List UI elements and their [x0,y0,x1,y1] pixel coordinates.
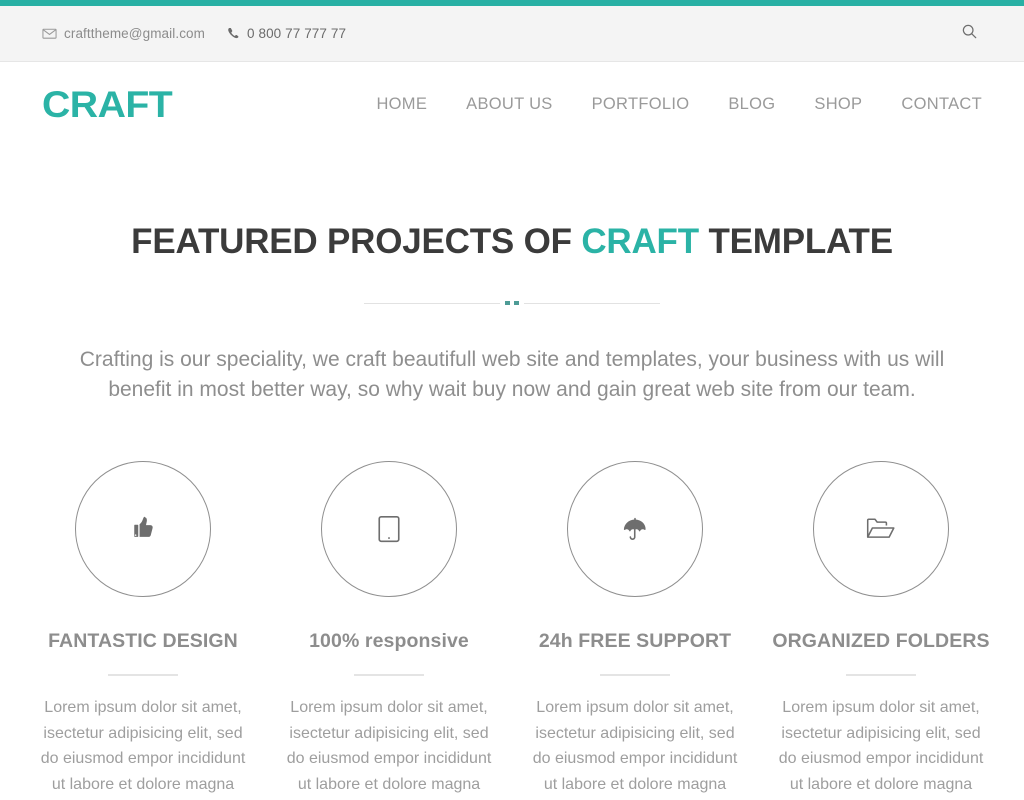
thumbs-up-icon [128,514,158,544]
contact-email[interactable]: crafttheme@gmail.com [42,26,205,41]
nav-item-blog[interactable]: BLOG [728,95,775,114]
contact-phone[interactable]: 0 800 77 777 77 [227,26,346,41]
feature-rule [600,674,670,677]
site-header: CRAFT HOME ABOUT US PORTFOLIO BLOG SHOP … [0,62,1024,146]
envelope-icon [42,26,57,41]
section-divider [364,297,660,309]
umbrella-icon [620,514,650,544]
nav-item-portfolio[interactable]: PORTFOLIO [592,95,690,114]
tablet-icon [376,514,402,544]
page-title: FEATURED PROJECTS OF CRAFT TEMPLATE [0,222,1024,262]
divider-line-left [364,302,500,304]
feature-title: ORGANIZED FOLDERS [772,630,990,653]
contact-email-label: crafttheme@gmail.com [64,26,205,41]
divider-line-right [524,302,660,304]
divider-dot [505,301,510,306]
feature-rule [108,674,178,677]
main-navigation: HOME ABOUT US PORTFOLIO BLOG SHOP CONTAC… [376,95,982,114]
feature-card-support: 24h FREE SUPPORT Lorem ipsum dolor sit a… [512,461,758,800]
feature-description: Lorem ipsum dolor sit amet, isectetur ad… [778,699,984,793]
nav-item-shop[interactable]: SHOP [814,95,862,114]
feature-icon-circle[interactable] [75,461,211,598]
contact-phone-label: 0 800 77 777 77 [247,26,347,41]
page-title-part-1: FEATURED PROJECTS OF [131,222,582,261]
site-logo[interactable]: CRAFT [42,86,173,123]
feature-description: Lorem ipsum dolor sit amet, isectetur ad… [532,699,738,793]
feature-icon-circle[interactable] [321,461,457,598]
feature-title: 100% responsive [309,630,469,653]
feature-icon-circle[interactable] [567,461,703,598]
feature-rule [846,674,916,677]
page-title-highlight: CRAFT [581,222,699,261]
phone-icon [227,27,240,40]
feature-description: Lorem ipsum dolor sit amet, isectetur ad… [40,699,246,793]
feature-icon-circle[interactable] [813,461,949,598]
feature-title: FANTASTIC DESIGN [48,630,238,653]
page-title-part-2: TEMPLATE [698,222,893,261]
contact-info-group: crafttheme@gmail.com 0 800 77 777 77 [42,26,956,41]
divider-dot [514,301,519,306]
section-subtitle: Crafting is our speciality, we craft bea… [79,348,945,402]
divider-dots [500,301,524,306]
feature-title: 24h FREE SUPPORT [538,630,732,653]
feature-card-responsive: 100% responsive Lorem ipsum dolor sit am… [266,461,512,800]
nav-item-about-us[interactable]: ABOUT US [466,95,552,114]
feature-card-fantastic-design: FANTASTIC DESIGN Lorem ipsum dolor sit a… [20,461,266,800]
top-info-bar: crafttheme@gmail.com 0 800 77 777 77 [0,6,1024,62]
feature-description: Lorem ipsum dolor sit amet, isectetur ad… [286,699,492,793]
feature-card-folders: ORGANIZED FOLDERS Lorem ipsum dolor sit … [758,461,1004,800]
feature-list: FANTASTIC DESIGN Lorem ipsum dolor sit a… [0,461,1024,800]
nav-item-contact[interactable]: CONTACT [901,95,982,114]
nav-item-home[interactable]: HOME [376,95,427,114]
featured-projects-section: FEATURED PROJECTS OF CRAFT TEMPLATE Craf… [0,146,1024,800]
feature-rule [354,674,424,677]
search-icon [961,23,978,45]
search-button[interactable] [956,21,982,47]
open-folder-icon [865,515,897,543]
topbar-actions [956,21,982,47]
